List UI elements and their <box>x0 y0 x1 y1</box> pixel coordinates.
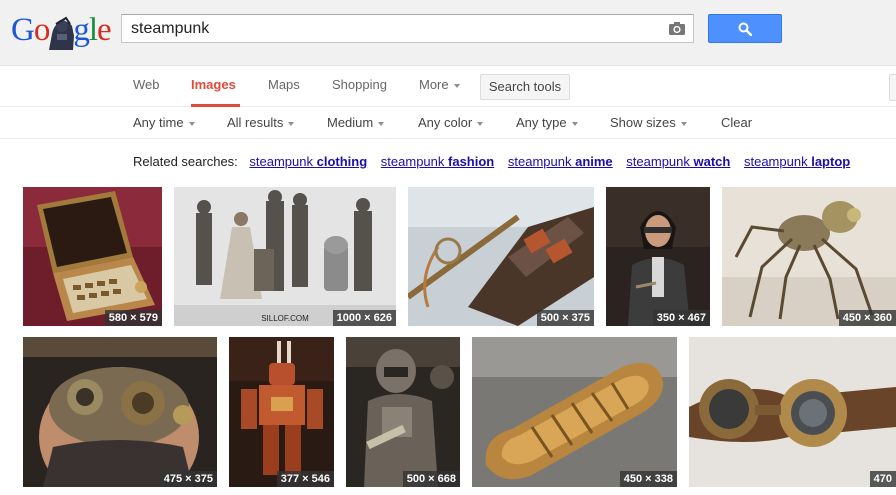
chevron-down-icon <box>571 121 578 126</box>
image-size-label: 500 × 668 <box>402 471 460 487</box>
related-searches: Related searches: steampunk clothing ste… <box>133 153 860 171</box>
header: G o g l e <box>0 0 896 66</box>
logo-letter-g: G <box>11 12 35 48</box>
filter-bar: Any time All results Medium Any color An… <box>0 107 896 139</box>
image-result-mask[interactable]: 475 × 375 <box>23 337 217 487</box>
related-link-watch[interactable]: steampunk watch <box>626 154 730 169</box>
image-result-spider[interactable]: 450 × 360 <box>722 187 896 326</box>
logo-letter-e: e <box>97 12 112 48</box>
chevron-down-icon <box>453 83 460 88</box>
robot-image <box>229 337 334 487</box>
magnifier-icon <box>738 22 752 36</box>
image-size-label: 1000 × 626 <box>332 310 396 326</box>
image-result-robot[interactable]: 377 × 546 <box>229 337 334 487</box>
related-link-clothing[interactable]: steampunk clothing <box>249 154 367 169</box>
mask-image <box>23 337 217 487</box>
tab-maps[interactable]: Maps <box>268 66 300 107</box>
related-link-anime[interactable]: steampunk anime <box>508 154 613 169</box>
image-size-label: 350 × 467 <box>652 310 710 326</box>
image-size-label: 450 × 338 <box>619 471 677 487</box>
image-result-armor[interactable]: 500 × 668 <box>346 337 460 487</box>
tab-images[interactable]: Images <box>191 66 240 107</box>
spider-image <box>722 187 896 326</box>
tab-shopping[interactable]: Shopping <box>332 66 387 107</box>
search-tabs: Web Images Maps Shopping More Search too… <box>0 66 896 107</box>
search-input[interactable] <box>131 20 651 38</box>
camera-icon[interactable] <box>668 21 686 36</box>
man-image <box>606 187 710 326</box>
chevron-down-icon <box>680 121 687 126</box>
figures-image: SILLOF.COM <box>174 187 396 326</box>
laptop-image <box>23 187 162 326</box>
filter-show-sizes[interactable]: Show sizes <box>610 107 687 139</box>
filter-results[interactable]: All results <box>227 107 295 139</box>
related-link-fashion[interactable]: steampunk fashion <box>381 154 494 169</box>
google-logo[interactable]: G o g l e <box>11 10 112 50</box>
watermark-text: SILLOF.COM <box>261 314 309 323</box>
armor-image <box>346 337 460 487</box>
filter-size[interactable]: Medium <box>327 107 385 139</box>
image-size-label: 500 × 375 <box>536 310 594 326</box>
tab-web[interactable]: Web <box>133 66 160 107</box>
image-result-shoe[interactable]: 450 × 338 <box>472 337 677 487</box>
image-size-label: 450 × 360 <box>838 310 896 326</box>
image-size-label: 580 × 579 <box>104 310 162 326</box>
filter-type[interactable]: Any type <box>516 107 578 139</box>
related-searches-label: Related searches: <box>133 154 238 169</box>
filter-time[interactable]: Any time <box>133 107 195 139</box>
search-box[interactable] <box>121 14 694 43</box>
image-size-label: 475 × 375 <box>159 471 217 487</box>
image-result-man[interactable]: 350 × 467 <box>606 187 710 326</box>
image-result-guitar[interactable]: 500 × 375 <box>408 187 594 326</box>
image-size-label: 470 <box>869 471 896 487</box>
chevron-down-icon <box>188 121 195 126</box>
doodle-icon <box>46 16 76 50</box>
related-link-laptop[interactable]: steampunk laptop <box>744 154 850 169</box>
filter-clear[interactable]: Clear <box>721 107 752 139</box>
search-button[interactable] <box>708 14 782 43</box>
image-result-laptop[interactable]: 580 × 579 <box>23 187 162 326</box>
logo-letter-l: l <box>88 12 98 48</box>
guitar-image <box>408 187 594 326</box>
image-result-goggles[interactable]: 470 <box>689 337 896 487</box>
chevron-down-icon <box>378 121 385 126</box>
chevron-down-icon <box>288 121 295 126</box>
shoe-image <box>472 337 677 487</box>
goggles-image <box>689 337 896 487</box>
settings-button[interactable] <box>889 74 896 101</box>
image-size-label: 377 × 546 <box>276 471 334 487</box>
chevron-down-icon <box>477 121 484 126</box>
tab-more[interactable]: More <box>419 66 460 107</box>
search-tools-button[interactable]: Search tools <box>480 74 570 100</box>
filter-color[interactable]: Any color <box>418 107 484 139</box>
image-result-figures[interactable]: SILLOF.COM 1000 × 626 <box>174 187 396 326</box>
